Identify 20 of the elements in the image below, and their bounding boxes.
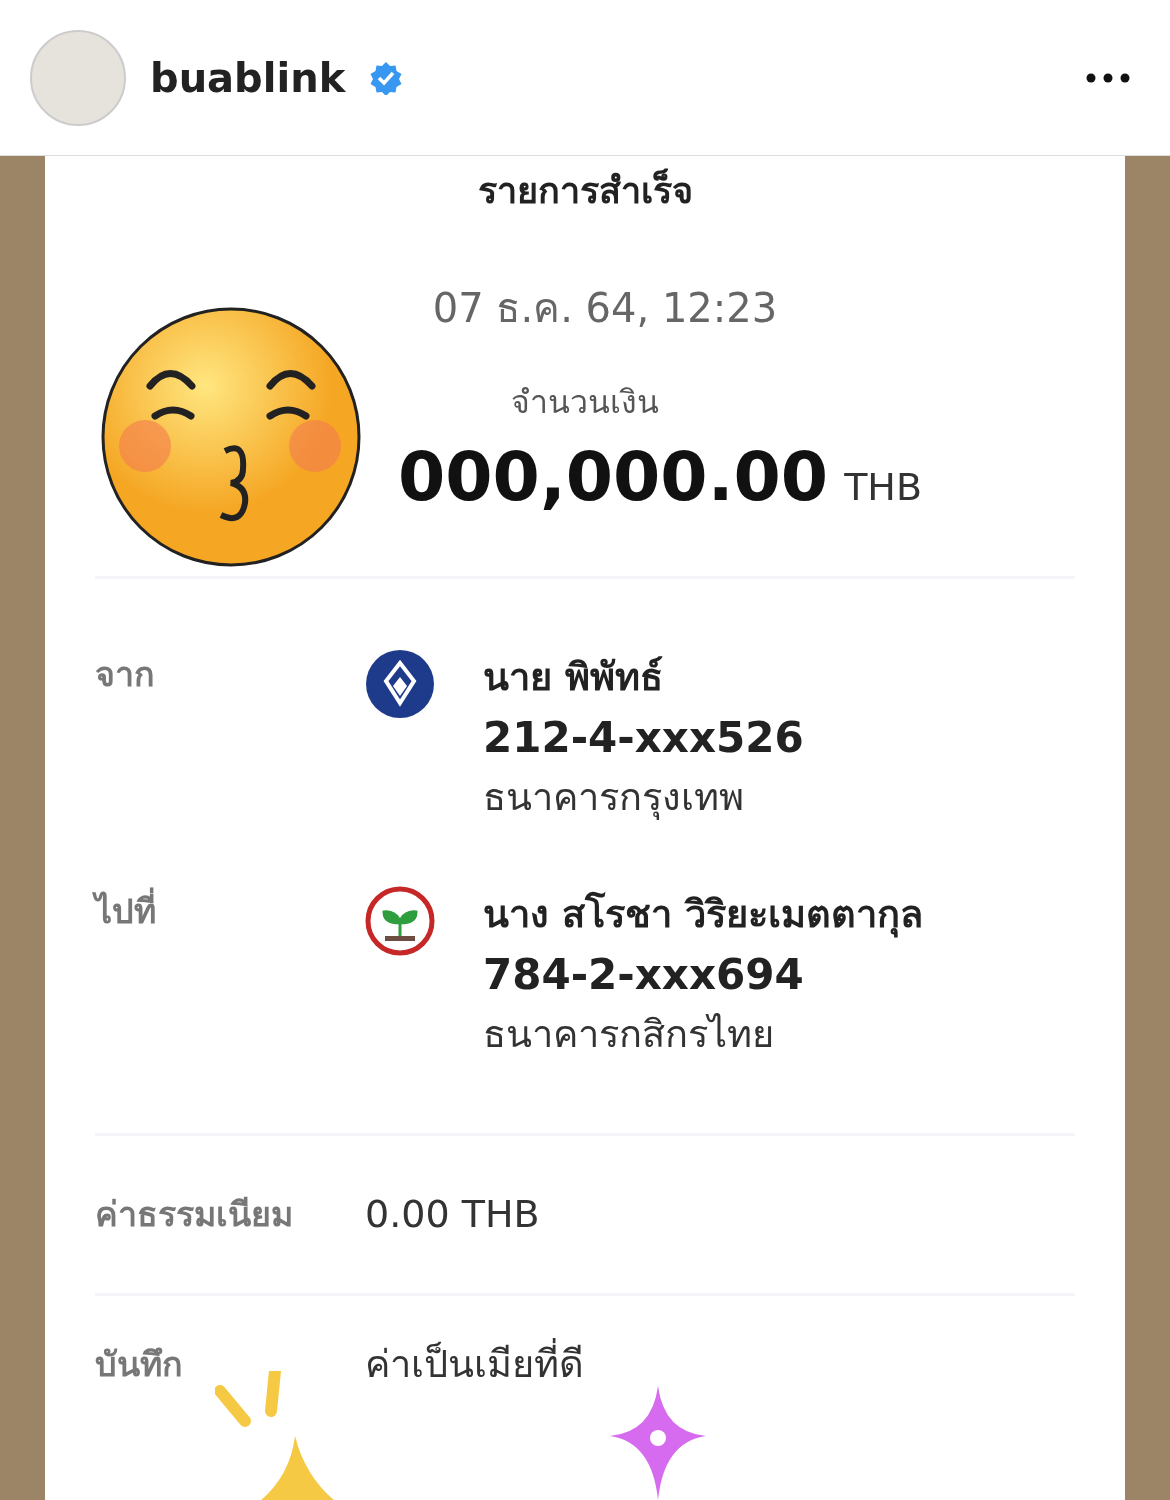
memo-value: ค่าเป็นเมียที่ดี xyxy=(365,1336,584,1393)
amount-label: จำนวนเงิน xyxy=(510,382,660,423)
account-number: 784-2-xxx694 xyxy=(483,949,805,1001)
account-number: 212-4-xxx526 xyxy=(483,712,804,764)
bank-logo-icon xyxy=(365,649,435,719)
more-options-icon[interactable] xyxy=(1086,72,1130,83)
fee-value: 0.00 THB xyxy=(365,1191,540,1238)
amount-value: 000,000.00 xyxy=(397,436,829,518)
party-label: จาก xyxy=(95,653,156,696)
account-name: นาย พิพัทธ์ xyxy=(483,654,665,701)
fee-label: ค่าธรรมเนียม xyxy=(95,1193,294,1236)
username[interactable]: buablink xyxy=(150,47,346,108)
account-name: นาง สโรชา วิริยะเมตตากุล xyxy=(483,890,924,940)
currency-label: THB xyxy=(844,464,922,511)
memo-label: บันทึก xyxy=(95,1343,184,1386)
bank-name: ธนาคารกรุงเทพ xyxy=(483,774,745,822)
bank-name: ธนาคารกสิกรไทย xyxy=(483,1011,775,1058)
slip-title: รายการสำเร็จ xyxy=(476,167,694,213)
transaction-datetime: 07 ธ.ค. 64, 12:23 xyxy=(431,284,779,333)
bank-logo-icon xyxy=(365,886,435,956)
